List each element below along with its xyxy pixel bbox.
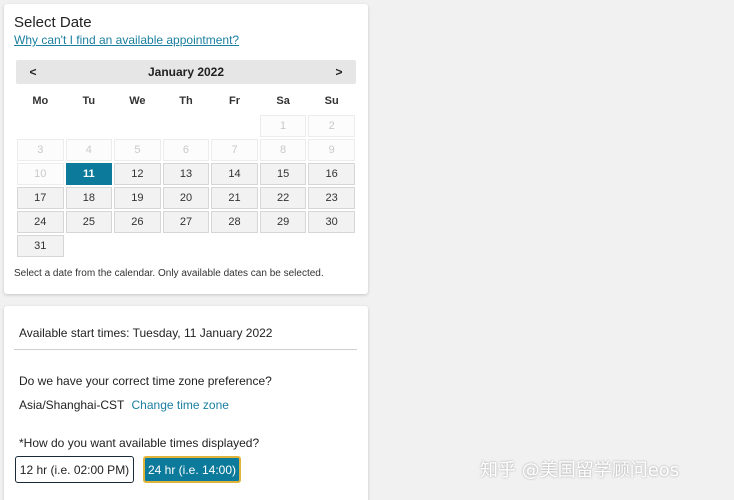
- calendar-day: 8: [259, 139, 307, 161]
- next-month-button[interactable]: >: [332, 65, 346, 79]
- calendar-note: Select a date from the calendar. Only av…: [14, 268, 324, 279]
- weekday-label: Tu: [82, 95, 96, 107]
- calendar-days: 1 2 3 4 5 6 7 8 9 10 11 12 13 14 15 16 17 18 19 20 21 22 23 24 2…: [16, 114, 356, 258]
- calendar-day: 1: [259, 115, 307, 137]
- calendar-day[interactable]: 12: [114, 163, 161, 185]
- calendar-day: 2: [308, 115, 355, 137]
- calendar-day: 5: [114, 139, 161, 161]
- calendar-empty-cell: [260, 235, 307, 257]
- timezone-value: Asia/Shanghai-CST: [19, 398, 125, 412]
- weekday-label: Sa: [276, 95, 290, 107]
- calendar-day[interactable]: 30: [308, 211, 355, 233]
- calendar-day[interactable]: 16: [308, 163, 355, 185]
- calendar-day[interactable]: 22: [259, 187, 307, 209]
- prev-month-button[interactable]: <: [26, 65, 40, 79]
- calendar-day: 3: [17, 139, 64, 161]
- calendar-day[interactable]: 31: [17, 235, 64, 257]
- calendar-day: 9: [308, 139, 355, 161]
- weekday-label: Th: [179, 95, 193, 107]
- time-format-question: *How do you want available times display…: [19, 436, 260, 450]
- change-timezone-link[interactable]: Change time zone: [132, 398, 229, 412]
- calendar-day[interactable]: 15: [259, 163, 307, 185]
- calendar-empty-cell: [163, 235, 210, 257]
- 24-hour-button[interactable]: 24 hr (i.e. 14:00): [143, 456, 241, 483]
- timezone-question: Do we have your correct time zone prefer…: [19, 374, 272, 388]
- calendar-day: 4: [65, 139, 113, 161]
- calendar-empty-cell: [114, 115, 161, 137]
- select-date-card: Select Date Why can't I find an availabl…: [4, 4, 368, 294]
- weekday-label: We: [129, 95, 146, 107]
- weekday-label: Su: [324, 95, 339, 107]
- weekday-label: Mo: [32, 95, 49, 107]
- calendar-empty-cell: [211, 115, 258, 137]
- calendar-day[interactable]: 27: [162, 211, 210, 233]
- calendar-header: < January 2022 >: [16, 60, 356, 84]
- calendar-day[interactable]: 18: [65, 187, 113, 209]
- available-times-title: Available start times: Tuesday, 11 Janua…: [19, 326, 273, 340]
- calendar-day[interactable]: 28: [211, 211, 258, 233]
- calendar-day-selected[interactable]: 11: [65, 163, 113, 185]
- start-times-card: Available start times: Tuesday, 11 Janua…: [4, 306, 368, 500]
- calendar-day[interactable]: 17: [17, 187, 64, 209]
- calendar-empty-cell: [308, 235, 355, 257]
- timezone-row: Asia/Shanghai-CST Change time zone: [19, 398, 229, 412]
- weekday-label: Fr: [229, 95, 241, 107]
- calendar-day[interactable]: 20: [162, 187, 210, 209]
- calendar-day[interactable]: 24: [17, 211, 64, 233]
- calendar-day: 10: [17, 163, 64, 185]
- select-date-title: Select Date: [14, 14, 92, 31]
- calendar-day: 6: [162, 139, 210, 161]
- month-label: January 2022: [147, 65, 225, 79]
- calendar-day[interactable]: 23: [308, 187, 355, 209]
- calendar-empty-cell: [114, 235, 161, 257]
- calendar-day[interactable]: 19: [114, 187, 161, 209]
- calendar-empty-cell: [163, 115, 210, 137]
- divider: [14, 349, 357, 350]
- calendar-day: 7: [211, 139, 258, 161]
- calendar-empty-cell: [66, 235, 113, 257]
- calendar-empty-cell: [211, 235, 258, 257]
- watermark: 知乎 @美国留学顾问eos: [480, 460, 680, 481]
- calendar-empty-cell: [17, 115, 64, 137]
- help-link[interactable]: Why can't I find an available appointmen…: [14, 33, 239, 47]
- calendar-day[interactable]: 29: [259, 211, 307, 233]
- calendar-day[interactable]: 13: [162, 163, 210, 185]
- weekday-row: Mo Tu We Th Fr Sa Su: [16, 88, 356, 114]
- calendar-day[interactable]: 26: [114, 211, 161, 233]
- calendar-grid: Mo Tu We Th Fr Sa Su 1 2 3 4 5 6 7 8 9 10 11 12 13 14 15 16 17…: [16, 88, 356, 258]
- calendar-empty-cell: [66, 115, 113, 137]
- 12-hour-button[interactable]: 12 hr (i.e. 02:00 PM): [15, 456, 134, 483]
- calendar-day[interactable]: 25: [65, 211, 113, 233]
- calendar-day[interactable]: 21: [211, 187, 258, 209]
- calendar-day[interactable]: 14: [211, 163, 258, 185]
